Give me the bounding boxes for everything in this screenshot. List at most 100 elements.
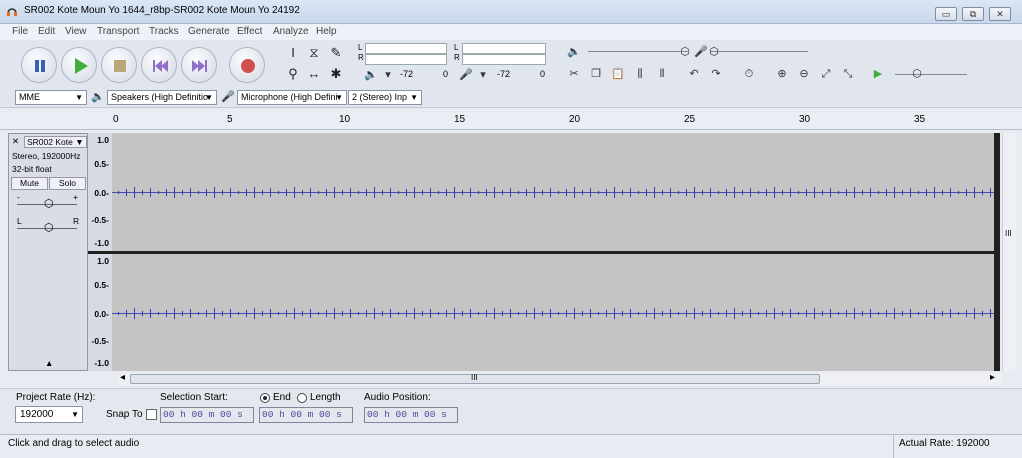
waveform-blip: [358, 312, 359, 315]
project-rate-select[interactable]: 192000 ▼: [15, 406, 83, 423]
fit-project-icon[interactable]: ⤡: [839, 65, 857, 83]
menu-help[interactable]: Help: [316, 26, 337, 37]
meter-dropdown-icon[interactable]: ▾: [379, 66, 397, 84]
waveform-blip: [214, 308, 215, 319]
waveform-blip: [382, 190, 383, 195]
solo-button[interactable]: Solo: [49, 177, 86, 190]
output-device-select[interactable]: Speakers (High Definitio ▼: [107, 90, 217, 105]
waveform-blip: [390, 188, 391, 197]
menu-file[interactable]: File: [12, 26, 28, 37]
selection-start-time[interactable]: 00 h 00 m 00 s: [160, 407, 254, 423]
track-close-button[interactable]: ✕: [12, 136, 19, 147]
track-name-menu[interactable]: SR002 Kote ▼: [24, 136, 87, 148]
menu-transport[interactable]: Transport: [97, 26, 139, 37]
scroll-right-icon[interactable]: ▸: [990, 372, 995, 383]
right-channel-wave[interactable]: [112, 254, 994, 371]
record-meter-left[interactable]: [462, 43, 546, 54]
play-speed-slider[interactable]: [895, 74, 967, 75]
minimize-button[interactable]: ▭: [935, 7, 957, 21]
restore-button[interactable]: ⧉: [962, 7, 984, 21]
left-channel-wave[interactable]: [112, 133, 994, 251]
horizontal-scrollbar[interactable]: ◂ III ▸: [118, 372, 1002, 385]
record-button[interactable]: [229, 47, 265, 83]
playback-meter-right[interactable]: [365, 54, 447, 65]
track-name: SR002 Kote: [27, 137, 73, 147]
end-radio[interactable]: [260, 393, 270, 403]
scroll-left-icon[interactable]: ◂: [120, 372, 125, 383]
zoom-tool-icon[interactable]: ⚲: [283, 64, 303, 84]
copy-icon[interactable]: ❐: [587, 65, 605, 83]
cut-icon[interactable]: ✂: [565, 65, 583, 83]
sync-lock-icon[interactable]: ⏱: [740, 65, 758, 83]
zoom-in-icon[interactable]: ⊕: [773, 65, 791, 83]
waveform-blip: [270, 188, 271, 197]
playback-meter-left[interactable]: [365, 43, 447, 54]
scale-label: -0.5-: [91, 336, 109, 346]
skip-to-start-button[interactable]: [141, 47, 177, 83]
trim-icon[interactable]: ⫼: [631, 65, 649, 83]
audio-host-select[interactable]: MME ▼: [15, 90, 87, 105]
play-button[interactable]: [61, 47, 97, 83]
selection-end-time[interactable]: 00 h 00 m 00 s: [259, 407, 353, 423]
close-window-button[interactable]: ✕: [989, 7, 1011, 21]
waveform-blip: [342, 311, 343, 316]
speaker-meter-icon[interactable]: 🔈: [362, 66, 380, 84]
waveform-blip: [830, 309, 831, 318]
record-meter-right[interactable]: [462, 54, 546, 65]
redo-icon[interactable]: ↷: [707, 65, 725, 83]
audio-position-time[interactable]: 00 h 00 m 00 s: [364, 407, 458, 423]
output-volume-slider[interactable]: [588, 51, 688, 52]
status-divider: [893, 435, 894, 458]
waveform-area[interactable]: 1.0 0.5- 0.0- -0.5- -1.0 1.0 0.5- 0.0- -…: [88, 133, 1000, 371]
input-volume-slider[interactable]: [710, 51, 808, 52]
ruler-tick: 20: [569, 114, 581, 125]
pause-button[interactable]: [21, 47, 57, 83]
mute-button[interactable]: Mute: [11, 177, 48, 190]
rec-meter-dropdown-icon[interactable]: ▾: [474, 66, 492, 84]
menu-effect[interactable]: Effect: [237, 26, 262, 37]
gain-plus-label: +: [73, 192, 78, 202]
play-speed-thumb[interactable]: ⬡: [908, 65, 926, 83]
scroll-grip: III: [1005, 229, 1012, 238]
input-device-select[interactable]: Microphone (High Defini ▼: [237, 90, 347, 105]
collapse-track-button[interactable]: ▲: [45, 358, 53, 368]
selection-tool-icon[interactable]: I: [283, 43, 303, 63]
gain-slider-thumb[interactable]: ⬡: [44, 197, 54, 210]
draw-tool-icon[interactable]: ✎: [326, 43, 346, 63]
mic-meter-icon[interactable]: 🎤: [457, 66, 475, 84]
menu-analyze[interactable]: Analyze: [273, 26, 309, 37]
menu-generate[interactable]: Generate: [188, 26, 230, 37]
menu-tracks[interactable]: Tracks: [149, 26, 179, 37]
snap-to-checkbox[interactable]: [146, 409, 157, 420]
waveform-blip: [270, 309, 271, 318]
time-shift-tool-icon[interactable]: ↔: [304, 64, 324, 84]
zoom-out-icon[interactable]: ⊖: [795, 65, 813, 83]
menu-edit[interactable]: Edit: [38, 26, 55, 37]
vertical-scrollbar[interactable]: III: [1002, 133, 1016, 371]
skip-to-end-button[interactable]: [181, 47, 217, 83]
menu-view[interactable]: View: [65, 26, 87, 37]
waveform-blip: [950, 309, 951, 318]
length-radio[interactable]: [297, 393, 307, 403]
input-volume-thumb[interactable]: ⬡: [705, 43, 723, 61]
waveform-blip: [422, 190, 423, 195]
play-db-label: -72: [400, 69, 414, 79]
waveform-blip: [614, 308, 615, 319]
play-meter-left-label: L: [358, 43, 363, 52]
stop-button[interactable]: [101, 47, 137, 83]
timeline-ruler[interactable]: 0 5 10 15 20 25 30 35: [0, 112, 1022, 130]
input-channels-select[interactable]: 2 (Stereo) Inp ▼: [348, 90, 422, 105]
waveform-blip: [470, 309, 471, 318]
silence-icon[interactable]: ⫴: [653, 65, 671, 83]
paste-icon[interactable]: 📋: [609, 65, 627, 83]
undo-icon[interactable]: ↶: [685, 65, 703, 83]
fit-selection-icon[interactable]: ⤢: [817, 65, 835, 83]
play-at-speed-icon[interactable]: ▶: [869, 65, 887, 83]
pan-slider-thumb[interactable]: ⬡: [44, 221, 54, 234]
waveform-blip: [590, 188, 591, 197]
waveform-blip: [574, 308, 575, 319]
envelope-tool-icon[interactable]: ⧖: [304, 43, 324, 63]
waveform-blip: [374, 187, 375, 198]
waveform-blip: [446, 189, 447, 196]
multi-tool-icon[interactable]: ✱: [326, 64, 346, 84]
